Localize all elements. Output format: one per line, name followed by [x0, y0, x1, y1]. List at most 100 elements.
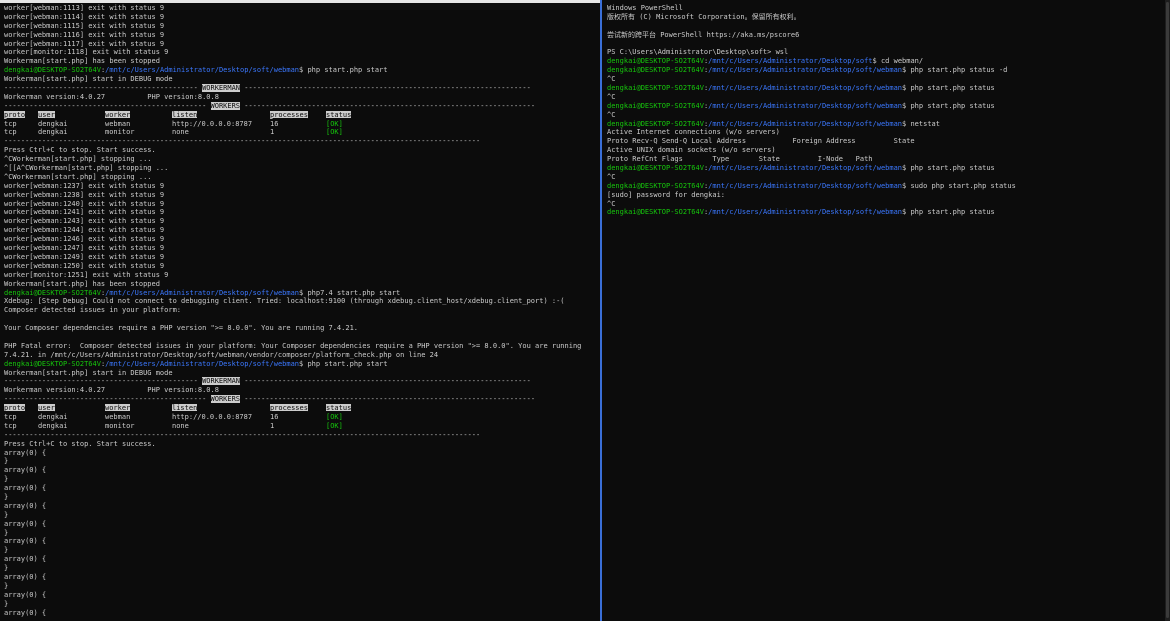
pane-divider[interactable]	[600, 0, 602, 621]
output-text: worker[webman:1250] exit with status 9	[4, 261, 165, 270]
banner-label: WORKERMAN	[202, 84, 241, 93]
table-cell: [OK]	[326, 412, 343, 421]
output-text: worker[webman:1243] exit with status 9	[4, 217, 165, 226]
terminal-line: dengkai@DESKTOP-SO2T64V:/mnt/c/Users/Adm…	[603, 57, 1170, 66]
terminal-line: }	[0, 529, 598, 538]
banner-rule: ----------------------------------------…	[4, 101, 211, 110]
output-text: 尝试新的跨平台 PowerShell https://aka.ms/pscore…	[607, 30, 800, 39]
terminal-line: }	[0, 457, 598, 466]
terminal-line: array(0) {	[0, 555, 598, 564]
table-cell: http://0.0.0.0:8787	[172, 412, 253, 421]
output-text: 版权所有 (C) Microsoft Corporation。保留所有权利。	[607, 12, 801, 21]
prompt-user: dengkai@DESKTOP-SO2T64V	[607, 164, 704, 173]
output-text: worker[webman:1114] exit with status 9	[4, 12, 165, 21]
right-terminal-pane[interactable]: Windows PowerShell 版权所有 (C) Microsoft Cor…	[603, 4, 1170, 621]
command-text: $ php7.4 start.php start	[299, 288, 401, 297]
table-cell: tcp	[4, 421, 17, 430]
terminal-line: dengkai@DESKTOP-SO2T64V:/mnt/c/Users/Adm…	[603, 208, 1170, 217]
table-cell: monitor	[105, 128, 135, 137]
terminal-line: worker[webman:1117] exit with status 9	[0, 40, 598, 49]
prompt-path: /mnt/c/Users/Administrator/Desktop/soft/…	[105, 66, 300, 75]
terminal-line: ^CWorkerman[start.php] stopping ...	[0, 173, 598, 182]
table-header-cell: listen	[172, 110, 270, 120]
banner-rule: ----------------------------------------…	[240, 377, 531, 386]
terminal-line: Active Internet connections (w/o servers…	[603, 128, 1170, 137]
output-text: array(0) {	[4, 519, 47, 528]
output-text: [sudo] password for dengkai:	[607, 190, 726, 199]
output-text: ^C	[607, 110, 616, 119]
terminal-line: array(0) {	[0, 484, 598, 493]
scrollbar-thumb[interactable]	[1166, 2, 1169, 618]
output-text: }	[4, 492, 9, 501]
terminal-line: ----------------------------------------…	[0, 395, 598, 404]
output-text: worker[webman:1113] exit with status 9	[4, 4, 165, 12]
scrollbar[interactable]	[1165, 0, 1170, 621]
prompt-path: /mnt/c/Users/Administrator/Desktop/soft/…	[708, 101, 903, 110]
terminal-line: ^C	[603, 75, 1170, 84]
terminal-line: Windows PowerShell	[603, 4, 1170, 13]
prompt-user: dengkai@DESKTOP-SO2T64V	[4, 288, 101, 297]
terminal-line: Xdebug: [Step Debug] Could not connect t…	[0, 297, 598, 306]
output-text: Workerman[start.php] has been stopped	[4, 57, 160, 66]
terminal-line: ^C	[603, 200, 1170, 209]
command-text: $ php start.php status	[902, 164, 995, 173]
output-text: worker[webman:1116] exit with status 9	[4, 30, 165, 39]
output-text: array(0) {	[4, 555, 47, 564]
table-header-cell: processes	[270, 110, 326, 120]
prompt-user: dengkai@DESKTOP-SO2T64V	[607, 66, 704, 75]
prompt-user: dengkai@DESKTOP-SO2T64V	[607, 119, 704, 128]
output-text: worker[webman:1117] exit with status 9	[4, 39, 165, 48]
output-text: Workerman[start.php] has been stopped	[4, 279, 160, 288]
command-text: $ php start.php start	[299, 359, 388, 368]
terminal-line: worker[webman:1116] exit with status 9	[0, 31, 598, 40]
table-header-cell: worker	[105, 110, 172, 120]
terminal-line: worker[webman:1244] exit with status 9	[0, 226, 598, 235]
terminal-line: worker[webman:1241] exit with status 9	[0, 208, 598, 217]
table-header-label: listen	[172, 404, 198, 413]
table-cell: http://0.0.0.0:8787	[172, 119, 253, 128]
table-cell: [OK]	[326, 128, 343, 137]
prompt-path: /mnt/c/Users/Administrator/Desktop/soft/…	[708, 181, 903, 190]
banner-label: WORKERS	[210, 395, 241, 404]
prompt-user: dengkai@DESKTOP-SO2T64V	[607, 181, 704, 190]
terminal-line: array(0) {	[0, 520, 598, 529]
terminal-line: tcp dengkai webman http://0.0.0.0:8787 16 [OK…	[0, 413, 598, 422]
left-terminal-pane[interactable]: worker[webman:1113] exit with status 9 wo…	[0, 4, 598, 621]
output-text: worker[monitor:1118] exit with status 9	[4, 48, 169, 57]
terminal-line: ----------------------------------------…	[0, 84, 598, 93]
output-text: Proto Recv-Q Send-Q Local Address Foreig…	[607, 137, 915, 146]
terminal-line: Your Composer dependencies require a PHP…	[0, 324, 598, 333]
output-text: worker[webman:1246] exit with status 9	[4, 235, 165, 244]
output-text: Proto RefCnt Flags Type State I-Node Pat…	[607, 155, 873, 164]
output-text: Active UNIX domain sockets (w/o servers)	[607, 146, 776, 155]
output-text: array(0) {	[4, 608, 47, 617]
terminal-line: ^C	[603, 93, 1170, 102]
prompt-path: /mnt/c/Users/Administrator/Desktop/soft/…	[708, 66, 903, 75]
active-tab-strip[interactable]	[0, 0, 600, 3]
prompt-path: /mnt/c/Users/Administrator/Desktop/soft/…	[105, 288, 300, 297]
prompt-user: dengkai@DESKTOP-SO2T64V	[607, 208, 704, 217]
terminal-line: worker[webman:1114] exit with status 9	[0, 13, 598, 22]
terminal-line: Workerman[start.php] has been stopped	[0, 280, 598, 289]
command-text: $ php start.php status -d	[902, 66, 1008, 75]
prompt-path: /mnt/c/Users/Administrator/Desktop/soft/…	[708, 164, 903, 173]
output-text: worker[webman:1115] exit with status 9	[4, 21, 165, 30]
terminal-line: Workerman[start.php] has been stopped	[0, 57, 598, 66]
terminal-line: ----------------------------------------…	[0, 431, 598, 440]
terminal-line: array(0) {	[0, 573, 598, 582]
table-cell: [OK]	[326, 421, 343, 430]
terminal-line: array(0) {	[0, 591, 598, 600]
terminal-line: Proto RefCnt Flags Type State I-Node Pat…	[603, 155, 1170, 164]
terminal-line: dengkai@DESKTOP-SO2T64V:/mnt/c/Users/Adm…	[603, 182, 1170, 191]
prompt-user: dengkai@DESKTOP-SO2T64V	[4, 359, 101, 368]
terminal-line: worker[webman:1250] exit with status 9	[0, 262, 598, 271]
terminal-line: array(0) {	[0, 537, 598, 546]
terminal-line: dengkai@DESKTOP-SO2T64V:/mnt/c/Users/Adm…	[603, 164, 1170, 173]
command-text: $ php start.php status	[902, 101, 995, 110]
terminal-line: Composer detected issues in your platfor…	[0, 306, 598, 315]
prompt-path: /mnt/c/Users/Administrator/Desktop/soft/…	[708, 84, 903, 93]
output-text: }	[4, 599, 9, 608]
terminal-line: worker[monitor:1118] exit with status 9	[0, 48, 598, 57]
